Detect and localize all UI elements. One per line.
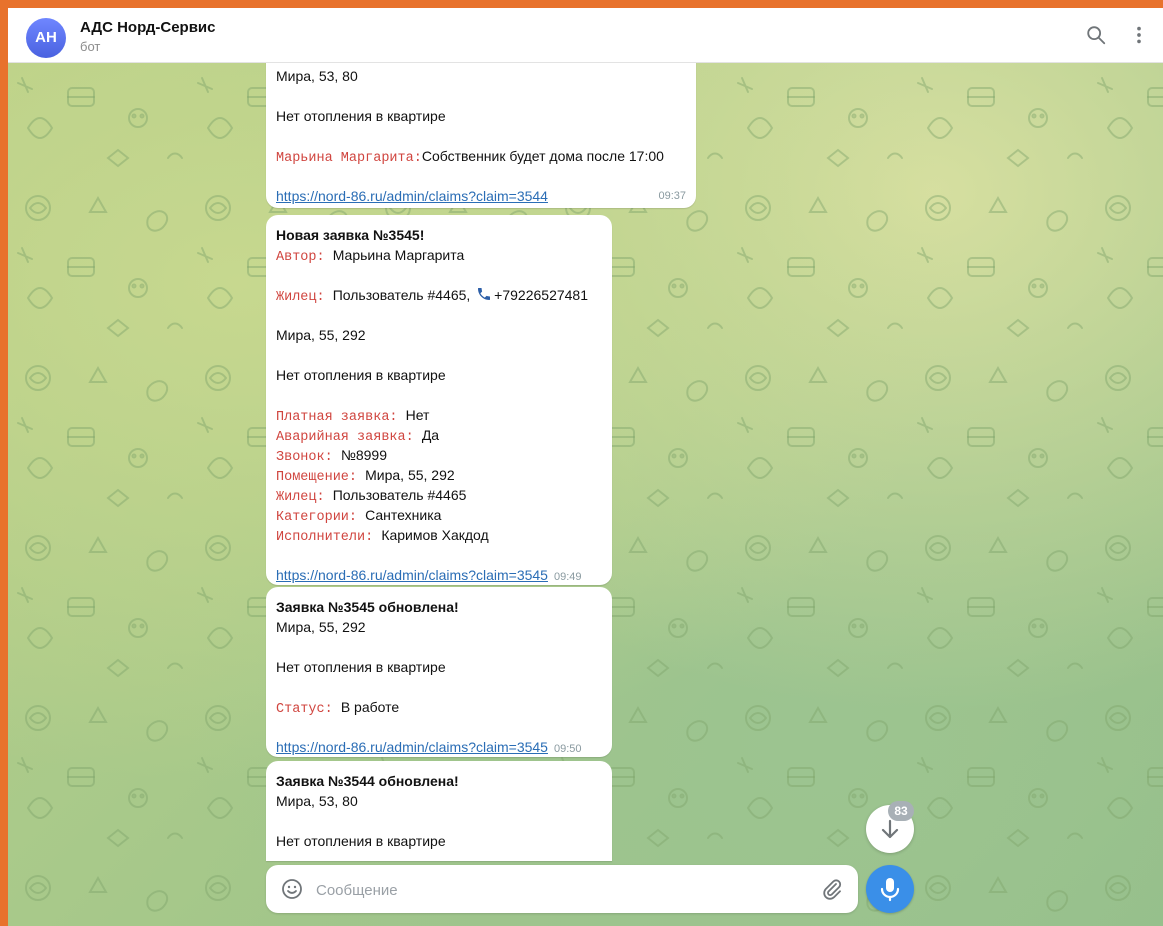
field-value: Собственник будет дома после 17:00	[421, 148, 664, 164]
field-key: Автор	[276, 250, 317, 265]
unread-badge: 83	[888, 801, 914, 821]
field-key: Исполнители	[276, 530, 366, 545]
field-value: Сантехника	[365, 507, 442, 523]
field-value: Да	[421, 427, 440, 443]
chat-window: АН АДС Норд-Сервис бот Мира, 53, 80 Нет …	[8, 8, 1163, 926]
message-bubble[interactable]: Мира, 53, 80 Нет отопления в квартире Ма…	[266, 58, 696, 208]
claim-link[interactable]: https://nord-86.ru/admin/claims?claim=35…	[276, 739, 548, 755]
message-description: Нет отопления в квартире	[276, 108, 446, 124]
field-value: Мира, 55, 292	[365, 467, 455, 483]
claim-link[interactable]: https://nord-86.ru/admin/claims?claim=35…	[276, 188, 548, 204]
voice-record-button[interactable]	[866, 865, 914, 913]
field-value: №8999	[340, 447, 387, 463]
search-icon[interactable]	[1085, 24, 1107, 46]
message-bubble[interactable]: Заявка №3545 обновлена! Мира, 55, 292 Не…	[266, 587, 612, 757]
message-description: Нет отопления в квартире	[276, 833, 446, 849]
phone-icon	[478, 288, 491, 300]
message-time: 09:37	[658, 190, 686, 202]
message-description: Нет отопления в квартире	[276, 659, 446, 675]
microphone-icon	[880, 878, 900, 902]
avatar[interactable]: АН	[26, 18, 66, 58]
message-title: Заявка №3545 обновлена!	[276, 599, 459, 615]
message-time: 09:50	[553, 743, 582, 755]
message-input[interactable]	[314, 865, 798, 915]
field-value: В работе	[340, 699, 400, 715]
attach-icon[interactable]	[820, 877, 844, 901]
field-key: Платная заявка	[276, 410, 390, 425]
field-value: Пользователь #4465,	[332, 287, 471, 303]
message-address: Мира, 55, 292	[276, 619, 366, 635]
chat-status: бот	[80, 39, 101, 54]
field-key: Жилец	[276, 490, 317, 505]
claim-link[interactable]: https://nord-86.ru/admin/claims?claim=35…	[276, 567, 548, 583]
phone-number[interactable]: +79226527481	[494, 287, 588, 303]
message-description: Нет отопления в квартире	[276, 367, 446, 383]
message-address: Мира, 55, 292	[276, 327, 366, 343]
field-value: Нет	[405, 407, 430, 423]
field-key: Категории	[276, 510, 349, 525]
field-key: Аварийная заявка	[276, 430, 406, 445]
field-key: Помещение	[276, 470, 349, 485]
message-bubble[interactable]: Новая заявка №3545! Автор: Марьина Марга…	[266, 215, 612, 585]
message-time: 09:49	[553, 571, 582, 583]
message-title: Заявка №3544 обновлена!	[276, 773, 459, 789]
message-title: Новая заявка №3545!	[276, 227, 425, 243]
message-address: Мира, 53, 80	[276, 793, 358, 809]
chat-header: АН АДС Норд-Сервис бот	[8, 8, 1163, 63]
field-value: Пользователь #4465	[332, 487, 467, 503]
field-key: Жилец	[276, 290, 317, 305]
field-key: Статус	[276, 702, 325, 717]
chat-title[interactable]: АДС Норд-Сервис	[80, 19, 216, 36]
field-key: Звонок	[276, 450, 325, 465]
message-address: Мира, 53, 80	[276, 68, 358, 84]
emoji-icon[interactable]	[280, 877, 304, 901]
message-composer	[266, 865, 858, 915]
more-vertical-icon[interactable]	[1128, 24, 1150, 46]
field-value: Марьина Маргарита	[332, 247, 465, 263]
message-bubble[interactable]: Заявка №3544 обновлена! Мира, 53, 80 Нет…	[266, 761, 612, 861]
field-key: Марьина Маргарита	[276, 151, 414, 166]
field-value: Каримов Хакдод	[381, 527, 489, 543]
